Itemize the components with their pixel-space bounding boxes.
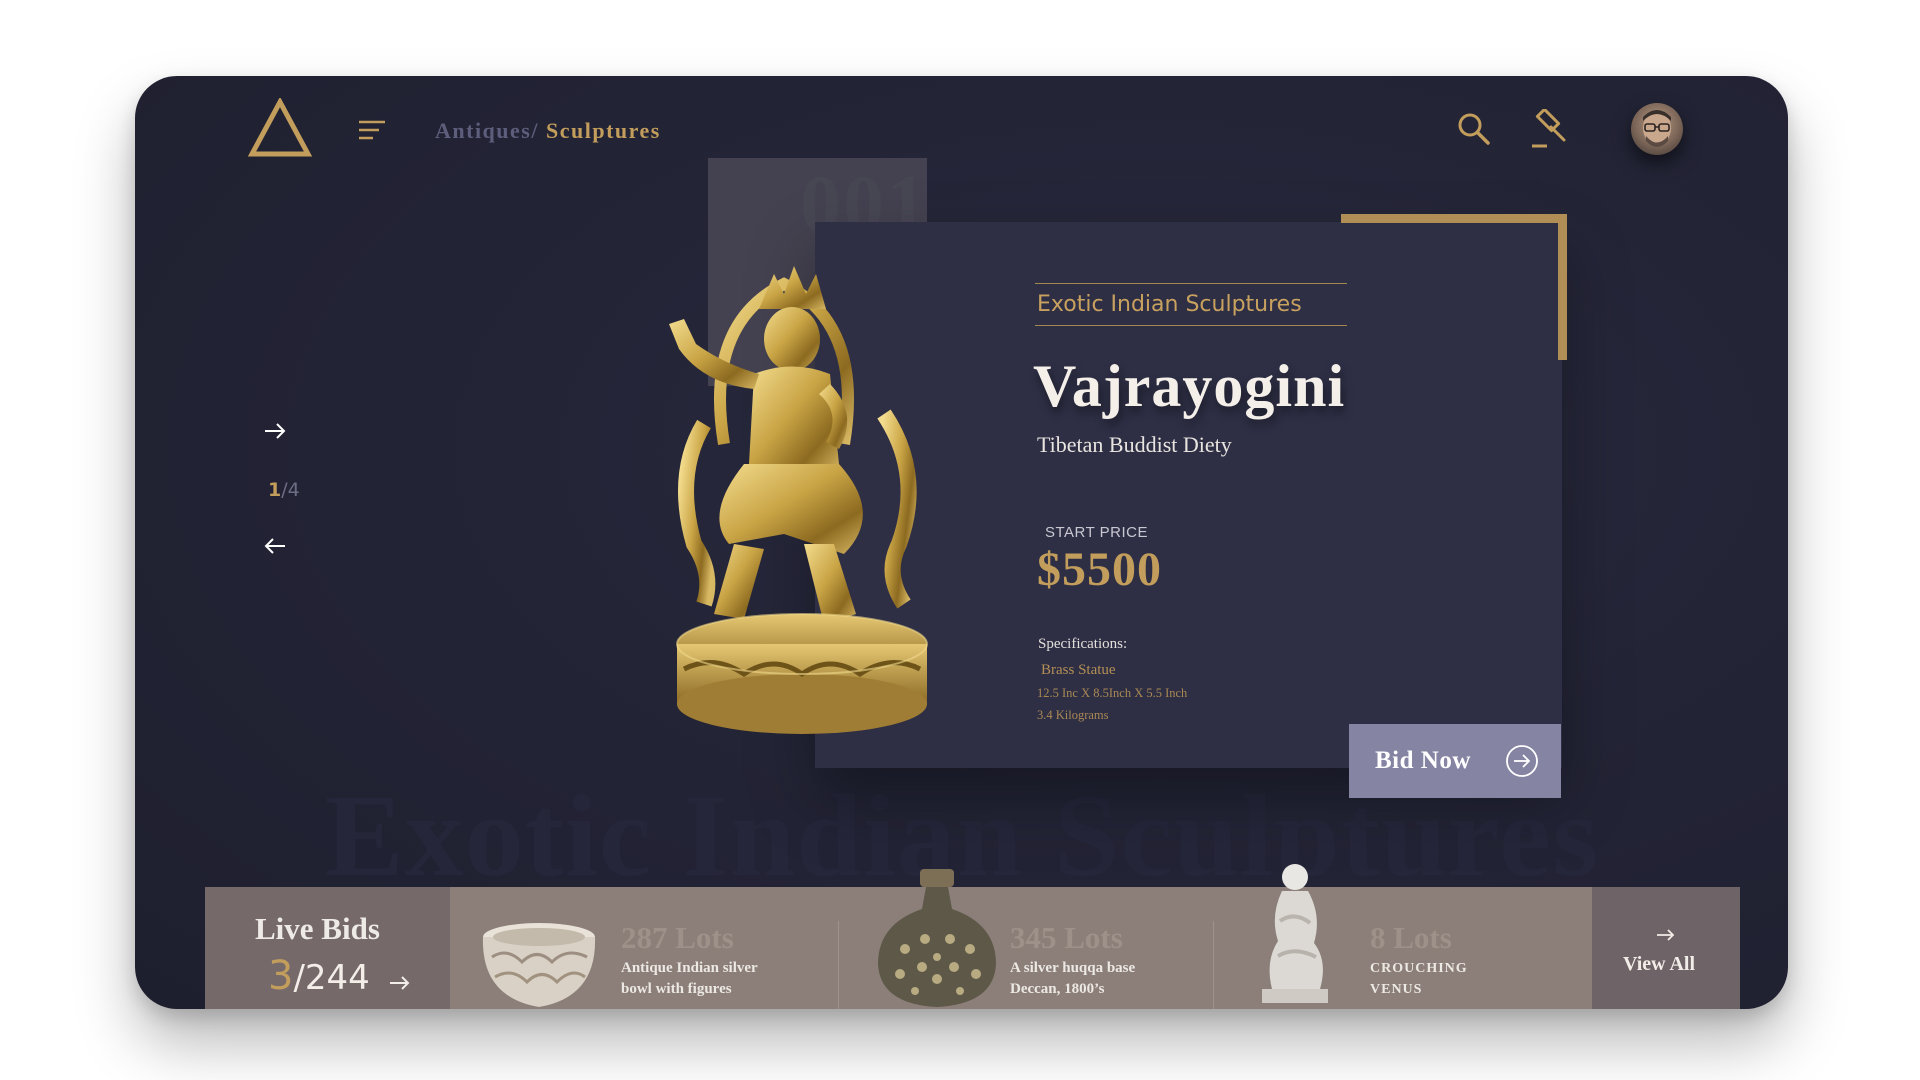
lot-item-crouching-venus[interactable]: 8 Lots CROUCHING VENUS	[1245, 864, 1575, 1009]
start-price: $5500	[1037, 543, 1162, 596]
view-all-arrow-icon	[1657, 929, 1675, 941]
next-slide-arrow-icon[interactable]	[262, 421, 288, 441]
huqqa-base-image	[878, 869, 996, 1007]
prev-slide-arrow-icon[interactable]	[262, 536, 288, 556]
lot-description-line1: A silver huqqa base	[1010, 960, 1136, 976]
slide-total: /4	[281, 479, 300, 501]
lot-description-line2: bowl with figures	[621, 981, 732, 997]
breadcrumb-parent[interactable]: Antiques/	[435, 118, 539, 143]
gavel-icon[interactable]	[1529, 109, 1569, 149]
menu-icon[interactable]	[355, 118, 387, 142]
lot-description-line1: Antique Indian silver	[621, 960, 758, 976]
bid-now-button[interactable]: Bid Now	[1349, 724, 1561, 798]
spec-material: Brass Statue	[1041, 662, 1116, 678]
live-bids-title: Live Bids	[255, 911, 380, 946]
slide-counter: 1/4	[268, 479, 300, 501]
user-avatar[interactable]	[1631, 103, 1683, 155]
slide-current: 1	[268, 479, 282, 501]
lot-divider	[838, 921, 839, 1009]
triangle-logo[interactable]	[248, 98, 312, 158]
breadcrumb-current[interactable]: Sculptures	[546, 118, 661, 143]
product-category: Exotic Indian Sculptures	[1035, 283, 1347, 326]
product-title: Vajrayogini	[1033, 353, 1346, 419]
specifications-label: Specifications:	[1038, 636, 1128, 652]
lot-count: 8 Lots	[1370, 920, 1452, 955]
crouching-venus-image	[1262, 864, 1328, 1003]
arrow-circle-icon	[1506, 745, 1538, 777]
lot-description-line2: VENUS	[1370, 982, 1423, 997]
view-all-label[interactable]: View All	[1623, 953, 1695, 976]
lot-count: 345 Lots	[1010, 920, 1123, 955]
spec-weight: 3.4 Kilograms	[1037, 708, 1109, 722]
silver-bowl-image	[482, 923, 596, 1007]
search-icon[interactable]	[1457, 112, 1491, 146]
card-corner-accent-top	[1341, 214, 1566, 223]
vajrayogini-statue-image	[669, 266, 928, 734]
next-bid-arrow-icon[interactable]	[388, 974, 412, 992]
bid-now-label: Bid Now	[1375, 747, 1471, 774]
lot-count: 287 Lots	[621, 920, 734, 955]
product-subtitle: Tibetan Buddist Diety	[1037, 432, 1232, 457]
live-bids-current: 3	[268, 953, 294, 999]
card-corner-accent-right	[1558, 214, 1567, 360]
lot-description-line1: CROUCHING	[1370, 961, 1468, 976]
live-bids-total: /244	[293, 958, 370, 998]
lot-divider	[1213, 921, 1214, 1009]
price-label: START PRICE	[1045, 524, 1149, 541]
view-all-button[interactable]	[1592, 887, 1740, 1009]
avatar-face-icon	[1643, 110, 1671, 147]
lot-item-huqqa-base[interactable]: 345 Lots A silver huqqa base Deccan, 180…	[850, 869, 1200, 1009]
lot-description-line2: Deccan, 1800’s	[1010, 981, 1105, 997]
breadcrumb: Antiques/ Sculptures	[435, 118, 661, 144]
app-window: Antiques/ Sculptures 1/4 Exotic Indian S…	[135, 76, 1788, 1009]
spec-dimensions: 12.5 Inc X 8.5Inch X 5.5 Inch	[1037, 686, 1188, 700]
lot-item-silver-bowl[interactable]: 287 Lots Antique Indian silver bowl with…	[465, 887, 775, 1009]
live-bids-counter: 3/244	[268, 953, 370, 999]
